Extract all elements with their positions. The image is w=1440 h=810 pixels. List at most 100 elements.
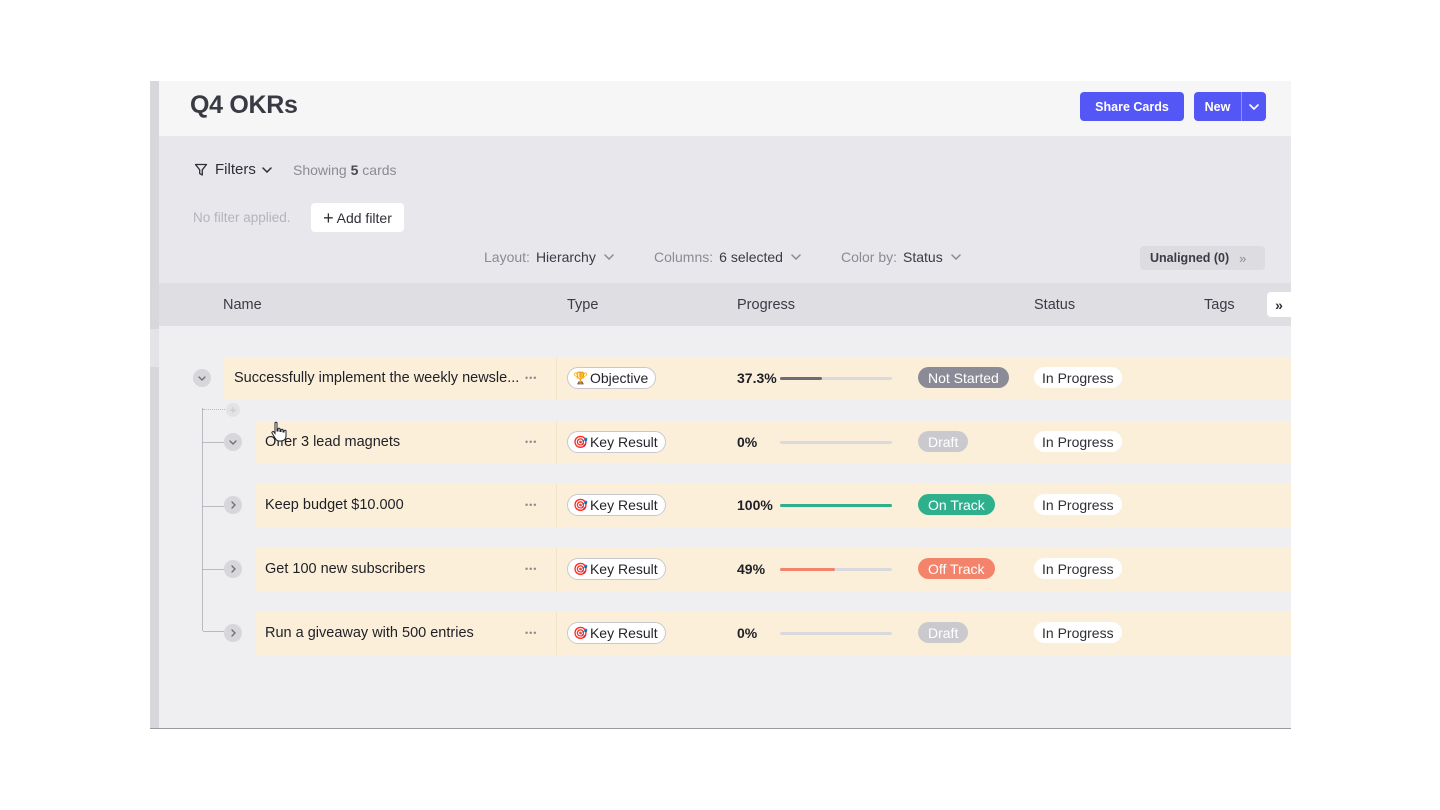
row-name[interactable]: Successfully implement the weekly newsle… <box>234 370 519 386</box>
type-label: Key Result <box>589 625 658 641</box>
card-count: 5 <box>350 162 359 178</box>
chevron-down-icon[interactable] <box>193 369 211 387</box>
tree-connector <box>203 631 224 632</box>
target-icon: 🎯 <box>573 498 588 512</box>
chevron-down-icon <box>604 254 614 260</box>
type-label: Key Result <box>589 497 658 513</box>
layout-dropdown[interactable]: Layout: Hierarchy <box>484 249 614 265</box>
add-filter-button[interactable]: + Add filter <box>311 203 404 232</box>
double-chevron-right-icon: » <box>1239 250 1247 266</box>
state-badge[interactable]: In Progress <box>1034 367 1122 388</box>
progress-bar-fill <box>780 504 892 507</box>
table-header: Name Type Progress Status Tags » <box>159 283 1291 326</box>
type-badge: 🎯 Key Result <box>567 558 666 580</box>
row-name[interactable]: Keep budget $10.000 <box>265 497 404 513</box>
hand-cursor-icon <box>271 421 287 442</box>
column-header-type[interactable]: Type <box>567 297 598 313</box>
type-label: Objective <box>589 370 649 386</box>
filter-funnel-icon <box>194 163 208 177</box>
cell-divider <box>556 548 557 591</box>
more-options-icon[interactable]: ••• <box>525 373 537 383</box>
target-icon: 🎯 <box>573 435 588 449</box>
progress-bar <box>780 504 892 507</box>
left-edge-bar <box>150 81 159 728</box>
progress-value: 49% <box>737 561 766 577</box>
status-badge[interactable]: Draft <box>918 431 969 452</box>
showing-count-text: Showing 5 cards <box>293 162 397 178</box>
column-header-tags[interactable]: Tags <box>1204 297 1235 313</box>
state-badge[interactable]: In Progress <box>1034 494 1122 515</box>
tree-connector <box>203 569 224 570</box>
plus-icon: + <box>323 207 334 228</box>
cell-divider <box>556 612 557 655</box>
row-name[interactable]: Run a giveaway with 500 entries <box>265 625 474 641</box>
expand-columns-icon[interactable]: » <box>1267 292 1291 317</box>
table-row[interactable]: Keep budget $10.000 ••• 🎯 Key Result 100% On … <box>255 484 1291 527</box>
no-filter-text: No filter applied. <box>193 210 291 225</box>
table-row[interactable]: Successfully implement the weekly newsle… <box>224 357 1291 400</box>
progress-value: 100% <box>737 497 773 513</box>
column-header-progress[interactable]: Progress <box>737 297 795 313</box>
type-badge: 🎯 Key Result <box>567 622 666 644</box>
type-badge: 🎯 Key Result <box>567 431 666 453</box>
cell-divider <box>556 357 557 400</box>
progress-value: 37.3% <box>737 370 777 386</box>
progress-bar-fill <box>780 568 835 571</box>
column-header-name[interactable]: Name <box>223 297 262 313</box>
cell-divider <box>556 421 557 464</box>
progress-bar <box>780 441 892 444</box>
chevron-down-icon <box>791 254 801 260</box>
column-header-status[interactable]: Status <box>1034 297 1075 313</box>
chevron-down-icon <box>262 166 272 173</box>
progress-bar <box>780 377 892 380</box>
more-options-icon[interactable]: ••• <box>525 500 537 510</box>
page-header: Q4 OKRs Share Cards New <box>159 81 1291 136</box>
chevron-right-icon[interactable] <box>224 560 242 578</box>
type-label: Key Result <box>589 434 658 450</box>
status-badge[interactable]: Not Started <box>918 367 1009 388</box>
filters-dropdown[interactable]: Filters <box>194 161 272 178</box>
controls-panel: Filters Showing 5 cards No filter applie… <box>159 136 1291 283</box>
state-badge[interactable]: In Progress <box>1034 622 1122 643</box>
table-row[interactable]: Offer 3 lead magnets ••• 🎯 Key Result 0% Draf… <box>255 421 1291 464</box>
unaligned-button[interactable]: Unaligned (0) » <box>1140 246 1265 270</box>
tree-connector <box>203 409 227 410</box>
target-icon: 🎯 <box>573 562 588 576</box>
target-icon: 🎯 <box>573 626 588 640</box>
new-button-label[interactable]: New <box>1194 100 1241 114</box>
table-row[interactable]: Run a giveaway with 500 entries ••• 🎯 Key R… <box>255 612 1291 655</box>
columns-dropdown[interactable]: Columns: 6 selected <box>654 249 801 265</box>
state-badge[interactable]: In Progress <box>1034 558 1122 579</box>
new-button[interactable]: New <box>1194 92 1266 121</box>
progress-bar-fill <box>780 377 822 380</box>
share-cards-button[interactable]: Share Cards <box>1080 92 1184 121</box>
status-badge[interactable]: Off Track <box>918 558 995 579</box>
progress-value: 0% <box>737 625 758 641</box>
cell-divider <box>556 484 557 527</box>
progress-bar <box>780 632 892 635</box>
more-options-icon[interactable]: ••• <box>525 564 537 574</box>
add-child-icon[interactable]: + <box>226 403 240 417</box>
type-badge: 🏆 Objective <box>567 367 657 389</box>
chevron-right-icon[interactable] <box>224 496 242 514</box>
color-by-dropdown[interactable]: Color by: Status <box>841 249 961 265</box>
status-badge[interactable]: On Track <box>918 494 995 515</box>
tree-connector <box>203 506 224 507</box>
trophy-icon: 🏆 <box>573 371 588 385</box>
more-options-icon[interactable]: ••• <box>525 437 537 447</box>
row-name[interactable]: Get 100 new subscribers <box>265 561 425 577</box>
tree-connector <box>203 442 224 443</box>
page-title: Q4 OKRs <box>190 91 298 119</box>
table-body: + Successfully implement the weekly news… <box>159 326 1291 728</box>
new-dropdown-chevron-icon[interactable] <box>1242 103 1266 110</box>
progress-bar <box>780 568 892 571</box>
okr-app-window: Q4 OKRs Share Cards New Filters Showing … <box>150 81 1291 729</box>
more-options-icon[interactable]: ••• <box>525 628 537 638</box>
type-label: Key Result <box>589 561 658 577</box>
filters-label: Filters <box>215 161 256 178</box>
chevron-right-icon[interactable] <box>224 624 242 642</box>
status-badge[interactable]: Draft <box>918 622 969 643</box>
chevron-down-icon[interactable] <box>224 433 242 451</box>
state-badge[interactable]: In Progress <box>1034 431 1122 452</box>
table-row[interactable]: Get 100 new subscribers ••• 🎯 Key Result 49%… <box>255 548 1291 591</box>
